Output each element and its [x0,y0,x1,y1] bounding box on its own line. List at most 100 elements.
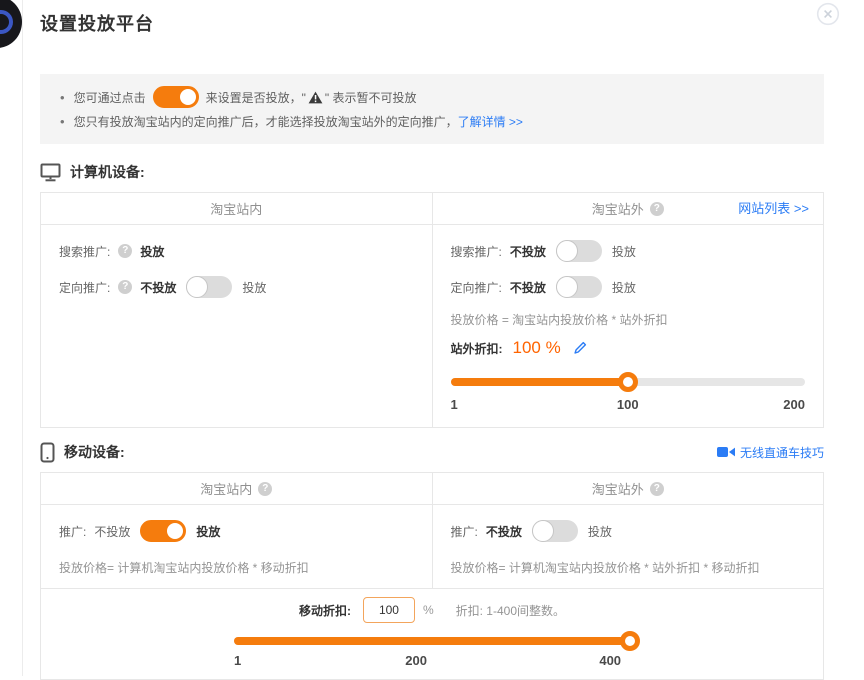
onsite-search-row: 搜索推广: 投放 [59,239,414,263]
offsite-slider-labels: 1 100 200 [451,397,806,413]
notice-box: 您可通过点击 来设置是否投放，" " 表示暂不可投放 您只有投放淘宝站内的定向推… [40,74,824,144]
edit-discount-icon[interactable] [573,341,587,355]
offsite-price-formula: 投放价格 = 淘宝站内投放价格 * 站外折扣 [451,311,806,326]
offsite-discount-value: 100 % [513,338,561,358]
slider-min-label: 1 [451,397,458,412]
mobile-offsite-promo-row: 推广: 不投放 投放 [451,519,806,543]
slider-handle[interactable] [618,372,638,392]
onsite-target-label: 定向推广: [59,279,110,296]
modal-left-edge [22,0,23,676]
background-logo [0,0,22,48]
onsite-target-toggle[interactable] [186,276,232,298]
mobile-slider-handle[interactable] [620,631,640,651]
mobile-slider-max-label: 400 [599,653,621,668]
mobile-offsite-promo-label: 推广: [451,523,478,540]
offsite-search-toggle[interactable] [556,240,602,262]
notice-line-1: 您可通过点击 来设置是否投放，" " 表示暂不可投放 [60,85,804,109]
mobile-offsite-state-off: 不投放 [486,523,522,540]
site-list-link[interactable]: 网站列表 >> [738,193,809,224]
offsite-search-label: 搜索推广: [451,243,502,260]
offsite-target-toggle[interactable] [556,276,602,298]
mobile-discount-input[interactable] [363,597,415,623]
mobile-offsite-formula: 投放价格= 计算机淘宝站内投放价格 * 站外折扣 * 移动折扣 [451,559,806,574]
learn-more-link[interactable]: 了解详情 >> [458,113,523,130]
page-title: 设置投放平台 [40,10,824,36]
slider-mid-label: 100 [617,397,639,412]
mobile-onsite-header-label: 淘宝站内 [200,479,252,498]
computer-offsite-header: 淘宝站外 网站列表 >> [432,193,824,224]
mobile-slider-fill [234,637,630,645]
computer-offsite-header-label: 淘宝站外 [592,199,644,218]
mobile-offsite-state-on: 投放 [588,523,612,540]
mobile-slider-mid-label: 200 [405,653,427,668]
onsite-target-row: 定向推广: 不投放 投放 [59,275,414,299]
offsite-discount-slider[interactable] [451,372,806,392]
computer-section-title: 计算机设备: [70,162,145,182]
onsite-target-state: 不投放 [140,279,176,296]
mobile-discount-slider[interactable] [234,631,630,651]
slider-max-label: 200 [783,397,805,412]
computer-onsite-header-label: 淘宝站内 [210,199,262,218]
offsite-target-row: 定向推广: 不投放 投放 [451,275,806,299]
mobile-onsite-header: 淘宝站内 [41,473,432,504]
mobile-onsite-promo-label: 推广: [59,523,86,540]
set-platform-modal: 设置投放平台 您可通过点击 来设置是否投放，" " 表示暂不可投放 您只有投放淘… [40,0,824,680]
offsite-search-state: 不投放 [510,243,546,260]
notice-line1-mid: 来设置是否投放，" [206,89,306,106]
computer-table-body: 搜索推广: 投放 定向推广: 不投放 投放 搜索推广: 不投放 [41,225,823,427]
video-icon [717,446,735,458]
mobile-discount-hint: 折扣: 1-400间整数。 [456,602,565,619]
mobile-slider-min-label: 1 [234,653,241,668]
mobile-onsite-toggle[interactable] [140,520,186,542]
mobile-discount-controls: 移动折扣: % 折扣: 1-400间整数。 [41,597,823,623]
offsite-target-label: 定向推广: [451,279,502,296]
offsite-discount-label: 站外折扣: [451,340,503,357]
monitor-icon [40,163,61,182]
mobile-discount-label: 移动折扣: [299,602,351,619]
computer-table: 淘宝站内 淘宝站外 网站列表 >> 搜索推广: 投放 定向推广: 不投放 [40,192,824,428]
computer-section-header: 计算机设备: [40,160,824,184]
mobile-table-body: 推广: 不投放 投放 投放价格= 计算机淘宝站内投放价格 * 移动折扣 推广: … [41,505,823,589]
mobile-onsite-formula: 投放价格= 计算机淘宝站内投放价格 * 移动折扣 [59,559,414,574]
onsite-search-state: 投放 [140,243,164,260]
onsite-target-option: 投放 [242,279,266,296]
mobile-onsite-state-on: 投放 [196,523,220,540]
computer-onsite-cell: 搜索推广: 投放 定向推广: 不投放 投放 [41,225,432,427]
computer-table-header: 淘宝站内 淘宝站外 网站列表 >> [41,193,823,225]
mobile-onsite-state-off: 不投放 [94,523,130,540]
mobile-discount-unit: % [423,603,434,617]
mobile-section-header: 移动设备: 无线直通车技巧 [40,440,824,464]
mobile-onsite-promo-row: 推广: 不投放 投放 [59,519,414,543]
warning-icon [308,91,323,104]
wireless-tips-link[interactable]: 无线直通车技巧 [740,444,824,461]
offsite-target-state: 不投放 [510,279,546,296]
mobile-offsite-help-icon[interactable] [650,482,664,496]
mobile-offsite-toggle[interactable] [532,520,578,542]
onsite-search-label: 搜索推广: [59,243,110,260]
mobile-slider-labels: 1 200 400 [234,653,630,669]
notice-line2-text: 您只有投放淘宝站内的定向推广后，才能选择投放淘宝站外的定向推广， [74,113,458,130]
mobile-discount-row: 移动折扣: % 折扣: 1-400间整数。 1 200 400 [41,589,823,679]
offsite-discount-line: 站外折扣: 100 % [451,336,806,360]
phone-icon [40,442,55,463]
notice-line1-post: " 表示暂不可投放 [325,89,417,106]
computer-offsite-cell: 搜索推广: 不投放 投放 定向推广: 不投放 投放 投放价格 = 淘宝站内投放价… [432,225,824,427]
offsite-help-icon[interactable] [650,202,664,216]
offsite-search-row: 搜索推广: 不投放 投放 [451,239,806,263]
notice-line1-pre: 您可通过点击 [74,89,146,106]
onsite-search-help-icon[interactable] [118,244,132,258]
mobile-offsite-cell: 推广: 不投放 投放 投放价格= 计算机淘宝站内投放价格 * 站外折扣 * 移动… [432,505,824,588]
slider-fill [451,378,628,386]
mobile-onsite-help-icon[interactable] [258,482,272,496]
notice-line-2: 您只有投放淘宝站内的定向推广后，才能选择投放淘宝站外的定向推广， 了解详情 >> [60,109,804,133]
offsite-target-option: 投放 [612,279,636,296]
mobile-onsite-cell: 推广: 不投放 投放 投放价格= 计算机淘宝站内投放价格 * 移动折扣 [41,505,432,588]
mobile-section-title: 移动设备: [64,442,125,462]
mobile-offsite-header-label: 淘宝站外 [592,479,644,498]
onsite-target-help-icon[interactable] [118,280,132,294]
example-toggle [153,86,199,108]
computer-onsite-header: 淘宝站内 [41,193,432,224]
mobile-table: 淘宝站内 淘宝站外 推广: 不投放 投放 投放价格= 计算机淘宝站内投放价格 *… [40,472,824,680]
mobile-table-header: 淘宝站内 淘宝站外 [41,473,823,505]
mobile-offsite-header: 淘宝站外 [432,473,824,504]
